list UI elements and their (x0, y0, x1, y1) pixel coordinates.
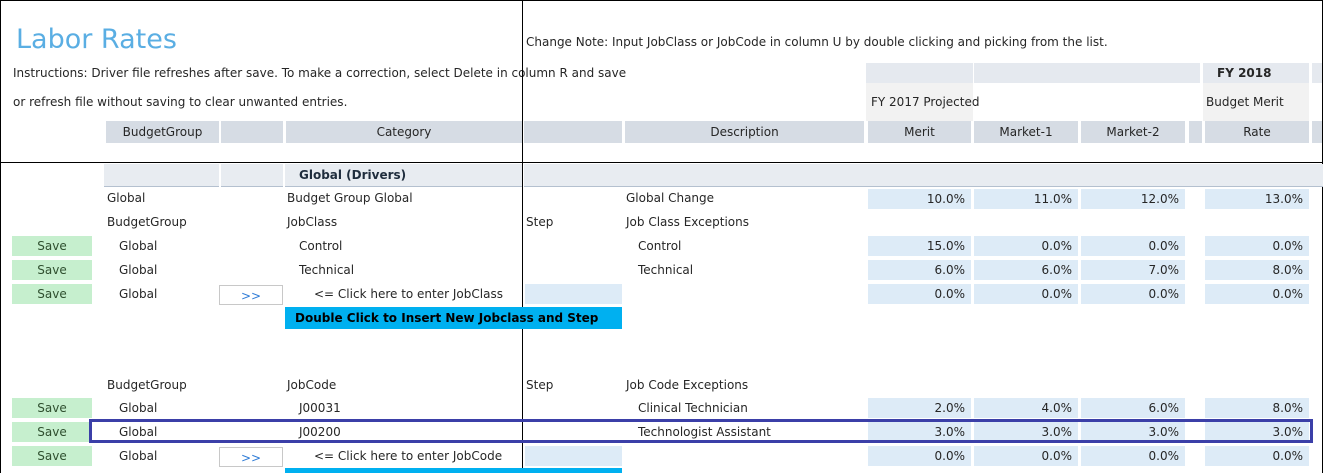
global-description[interactable]: Global Change (626, 189, 714, 207)
jobcode-row-budget-group[interactable]: Global (119, 447, 157, 465)
jobcode-row-market-1[interactable]: 4.0% (974, 398, 1078, 418)
jobclass-row-market-2[interactable]: 0.0% (1081, 236, 1185, 256)
jobclass-row-rate[interactable]: 0.0% (1205, 284, 1309, 304)
instructions-line-2: or refresh file without saving to clear … (13, 95, 348, 109)
fy-panel-market (974, 63, 1200, 83)
jobcode-hdr-description: Job Code Exceptions (626, 378, 749, 392)
insert-jobclass-button[interactable]: Double Click to Insert New Jobclass and … (285, 307, 622, 329)
page-title: Labor Rates (16, 24, 177, 55)
jobclass-row-category[interactable]: Control (299, 237, 342, 255)
jobcode-row-budget-group[interactable]: Global (119, 399, 157, 417)
global-market-1[interactable]: 11.0% (974, 189, 1078, 209)
jobclass-row-budget-group[interactable]: Global (119, 237, 157, 255)
fy-2017-projected-label: FY 2017 Projected (871, 95, 980, 109)
jobcode-hdr-budgetgroup: BudgetGroup (107, 378, 187, 392)
jobcode-row-rate[interactable]: 0.0% (1205, 446, 1309, 466)
fy-panel-merit (866, 63, 973, 83)
jobclass-row-rate[interactable]: 8.0% (1205, 260, 1309, 280)
sheet-top-border (0, 0, 1323, 1)
selected-row-highlight (89, 419, 1313, 443)
labor-rates-sheet: Labor Rates Change Note: Input JobClass … (0, 0, 1323, 473)
jobclass-row-description[interactable]: Control (638, 237, 681, 255)
pick-jobclass-button[interactable]: >> (219, 285, 283, 305)
col-header-market-1[interactable]: Market-1 (974, 121, 1078, 143)
col-header-category[interactable]: Category (286, 121, 522, 143)
budget-merit-label: Budget Merit (1206, 95, 1284, 109)
section-band-1 (104, 164, 219, 187)
jobclass-row-merit[interactable]: 6.0% (868, 260, 971, 280)
change-note: Change Note: Input JobClass or JobCode i… (526, 35, 1108, 49)
jobclass-row-budget-group[interactable]: Global (119, 261, 157, 279)
jobcode-row-merit[interactable]: 2.0% (868, 398, 971, 418)
jobcode-hdr-step: Step (526, 378, 554, 392)
jobclass-row-market-2[interactable]: 7.0% (1081, 260, 1185, 280)
sheet-left-border (0, 0, 1, 473)
global-category[interactable]: Budget Group Global (287, 189, 413, 207)
jobcode-step-input[interactable] (525, 446, 622, 466)
jobcode-row-merit[interactable]: 0.0% (868, 446, 971, 466)
jobcode-row-description[interactable]: Clinical Technician (638, 399, 748, 417)
save-button[interactable]: Save (12, 284, 93, 304)
jobclass-hdr-category: JobClass (287, 215, 338, 229)
jobclass-row-market-1[interactable]: 6.0% (974, 260, 1078, 280)
jobclass-step-input[interactable] (525, 284, 622, 304)
jobclass-row-budget-group[interactable]: Global (119, 285, 157, 303)
global-rate[interactable]: 13.0% (1205, 189, 1309, 209)
fy-2018-label: FY 2018 (1217, 66, 1272, 80)
section-band-4 (524, 164, 1323, 187)
jobcode-hdr-category: JobCode (287, 378, 337, 392)
save-button[interactable]: Save (12, 398, 93, 418)
jobclass-hdr-budgetgroup: BudgetGroup (107, 215, 187, 229)
enter-jobcode-hint[interactable]: <= Click here to enter JobCode (314, 447, 502, 465)
freeze-pane-vertical (522, 0, 523, 473)
jobclass-hdr-description: Job Class Exceptions (626, 215, 750, 229)
col-header-rate[interactable]: Rate (1205, 121, 1309, 143)
col-header-spacer (1189, 121, 1202, 143)
col-header-description[interactable]: Description (625, 121, 864, 143)
jobcode-row-market-2[interactable]: 0.0% (1081, 446, 1185, 466)
col-header-step-blank (524, 121, 622, 143)
jobcode-row-rate[interactable]: 8.0% (1205, 398, 1309, 418)
col-header-market-2[interactable]: Market-2 (1081, 121, 1185, 143)
save-button[interactable]: Save (12, 446, 93, 466)
jobcode-row-market-1[interactable]: 0.0% (974, 446, 1078, 466)
jobclass-row-rate[interactable]: 0.0% (1205, 236, 1309, 256)
section-title: Global (Drivers) (299, 168, 407, 182)
jobclass-row-merit[interactable]: 15.0% (868, 236, 971, 256)
section-band-2 (221, 164, 283, 187)
col-header-budgetgroup[interactable]: BudgetGroup (106, 121, 219, 143)
enter-jobclass-hint[interactable]: <= Click here to enter JobClass (314, 285, 503, 303)
save-button[interactable]: Save (12, 422, 93, 442)
pick-jobcode-button[interactable]: >> (219, 447, 283, 467)
instructions-line-1: Instructions: Driver file refreshes afte… (13, 66, 627, 80)
save-button[interactable]: Save (12, 260, 93, 280)
jobclass-row-market-2[interactable]: 0.0% (1081, 284, 1185, 304)
jobclass-row-market-1[interactable]: 0.0% (974, 236, 1078, 256)
jobclass-row-category[interactable]: Technical (299, 261, 354, 279)
jobclass-row-description[interactable]: Technical (638, 261, 693, 279)
jobcode-row-category[interactable]: J00031 (299, 399, 341, 417)
jobcode-row-market-2[interactable]: 6.0% (1081, 398, 1185, 418)
freeze-pane-horizontal (0, 162, 1323, 163)
global-budget-group[interactable]: Global (107, 189, 145, 207)
jobclass-row-merit[interactable]: 0.0% (868, 284, 971, 304)
insert-jobcode-button-partial[interactable] (285, 468, 622, 473)
global-market-2[interactable]: 12.0% (1081, 189, 1185, 209)
jobclass-row-market-1[interactable]: 0.0% (974, 284, 1078, 304)
global-merit[interactable]: 10.0% (868, 189, 971, 209)
col-header-merit[interactable]: Merit (868, 121, 971, 143)
col-header-blank (221, 121, 283, 143)
save-button[interactable]: Save (12, 236, 93, 256)
jobclass-hdr-step: Step (526, 215, 554, 229)
